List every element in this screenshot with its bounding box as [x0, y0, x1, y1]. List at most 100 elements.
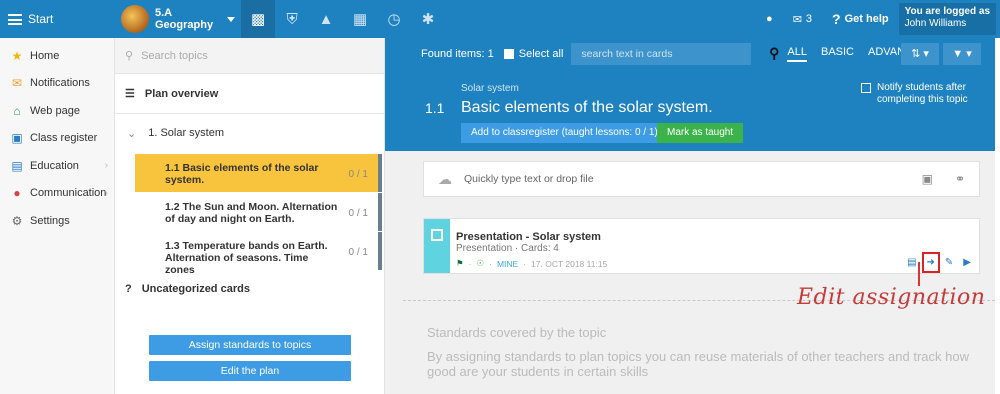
plan-overview-link[interactable]: ☰ Plan overview	[115, 74, 384, 114]
subtopic-bar	[378, 232, 382, 270]
nav-item-notifications[interactable]: ✉ Notifications	[0, 70, 114, 98]
sort-icon[interactable]: ⇅ ▾	[901, 43, 939, 65]
user-name: John Williams	[904, 18, 967, 29]
chevron-down-icon	[227, 16, 236, 22]
folder-icon[interactable]: ▤	[907, 257, 916, 268]
subtopic-bar	[378, 193, 382, 231]
card-title[interactable]: Presentation - Solar system	[456, 231, 601, 243]
found-items: Found items: 1	[421, 48, 494, 60]
dropzone-placeholder: Quickly type text or drop file	[464, 173, 594, 185]
activity-icon[interactable]: ✱	[411, 0, 445, 38]
subtopic-item[interactable]: 1.2 The Sun and Moon. Alternation of day…	[135, 193, 382, 231]
play-icon[interactable]: ▶	[963, 257, 971, 268]
search-cards-placeholder: search text in cards	[581, 48, 673, 60]
class-selector[interactable]: 5.A Geography	[115, 0, 241, 38]
tab-all[interactable]: ALL	[787, 46, 807, 62]
notify-students[interactable]: Notify students after completing this to…	[861, 82, 981, 106]
quick-add-dropzone[interactable]: ☁ Quickly type text or drop file ▣ ⚭	[423, 161, 980, 197]
checkbox-icon	[503, 49, 514, 59]
annotation-label: Edit assignation	[797, 285, 986, 310]
tag-icon[interactable]: ⚑	[456, 258, 464, 269]
pencil-icon[interactable]: ✎	[945, 257, 953, 268]
edit-plan-button[interactable]: Edit the plan	[149, 361, 351, 381]
edit-assignation-icon[interactable]: ➜	[921, 252, 941, 273]
card-checkbox[interactable]	[431, 229, 443, 241]
nav-item-communication[interactable]: ● Communication ›	[0, 180, 114, 208]
filter-row: Found items: 1 Select all search text in…	[385, 43, 995, 65]
subtopic-bar	[378, 154, 382, 192]
messages-count: 3	[805, 13, 813, 25]
search-icon[interactable]: ⚲	[769, 45, 779, 62]
class-label: 5.A Geography	[155, 7, 213, 31]
chevron-right-icon: ›	[104, 160, 108, 172]
nav-item-web-page[interactable]: ⌂ Web page	[0, 97, 114, 125]
globe-icon: ☉	[476, 258, 485, 268]
subtopic-count: 0 / 1	[348, 208, 368, 219]
image-icon[interactable]: ▣	[922, 172, 933, 186]
nav-item-education[interactable]: ▤ Education ›	[0, 152, 114, 180]
subtopic-item[interactable]: 1.1 Basic elements of the solar system. …	[135, 154, 382, 192]
nav-item-class-register[interactable]: ▣ Class register	[0, 125, 114, 153]
topic-solar-system[interactable]: ⌄ 1. Solar system	[115, 114, 384, 152]
card-date: 17. OCT 2018 11:15	[531, 258, 608, 269]
filter-icon[interactable]: ▼ ▾	[943, 43, 981, 65]
gear-icon: ⚙	[11, 213, 23, 228]
search-topics-input[interactable]: ⚲ Search topics	[115, 38, 384, 74]
home-icon: ⌂	[13, 103, 21, 118]
main-content: Found items: 1 Select all search text in…	[385, 38, 995, 394]
topic-header: Found items: 1 Select all search text in…	[385, 38, 995, 151]
checkbox-icon[interactable]	[861, 83, 871, 93]
card-subtitle: Presentation · Cards: 4	[456, 243, 559, 254]
uncategorized-cards[interactable]: ? Uncategorized cards	[125, 283, 250, 295]
cloud-upload-icon: ☁	[438, 170, 452, 187]
start-menu-button[interactable]: Start	[0, 0, 115, 38]
top-bar: Start 5.A Geography ▩ ⛨ ▲ ▦ ◷ ✱ ● ✉ 3 ? …	[0, 0, 1000, 38]
card-stripe	[424, 219, 450, 273]
subtopic-item[interactable]: 1.3 Temperature bands on Earth. Alternat…	[135, 232, 382, 276]
subtopic-count: 0 / 1	[348, 247, 368, 258]
card-item[interactable]: Presentation - Solar system Presentation…	[423, 218, 980, 274]
nav-label: Home	[30, 49, 60, 62]
uncategorized-label: Uncategorized cards	[141, 283, 250, 295]
chat-icon[interactable]: ●	[756, 13, 783, 25]
add-to-classregister-button[interactable]: Add to classregister (taught lessons: 0 …	[461, 123, 668, 143]
card-meta: ⚑ · ☉ · MINE · 17. OCT 2018 11:15	[456, 258, 608, 269]
institution-icon[interactable]: ▲	[309, 0, 343, 38]
nav-item-settings[interactable]: ⚙ Settings	[0, 207, 114, 235]
attachment-icon[interactable]: ⚭	[955, 172, 965, 186]
stats-icon[interactable]: ▦	[343, 0, 377, 38]
logged-label: You are logged as	[904, 6, 990, 17]
topic-number: 1.1	[425, 100, 445, 116]
class-avatar	[121, 5, 149, 33]
subtopic-label: 1.1 Basic elements of the solar system.	[165, 162, 319, 186]
nav-label: Communication	[30, 187, 107, 200]
start-label: Start	[28, 12, 54, 26]
select-all-checkbox[interactable]: Select all	[503, 48, 564, 60]
nav-label: Education	[30, 159, 79, 172]
assign-standards-button[interactable]: Assign standards to topics	[149, 335, 351, 355]
plan-icon[interactable]: ▩	[241, 0, 276, 38]
help-icon: ?	[832, 11, 841, 27]
nav-item-home[interactable]: ★ Home	[0, 42, 114, 70]
star-icon: ★	[11, 48, 23, 63]
select-all-label: Select all	[518, 48, 564, 60]
clock-icon[interactable]: ◷	[377, 0, 411, 38]
user-info[interactable]: You are logged as John Williams	[898, 3, 996, 35]
chevron-right-icon: ›	[104, 187, 108, 199]
question-icon: ?	[125, 283, 132, 295]
card-actions: ▤ ➜ ✎ ▶	[907, 252, 971, 273]
class-name: 5.A	[155, 7, 173, 19]
plan-overview-label: Plan overview	[144, 87, 219, 100]
left-navigation: ★ Home ✉ Notifications ⌂ Web page ▣ Clas…	[0, 38, 115, 394]
hamburger-icon	[8, 13, 22, 25]
search-cards-input[interactable]: search text in cards ⚲	[571, 43, 779, 65]
tab-basic[interactable]: BASIC	[821, 46, 854, 62]
messages-button[interactable]: ✉ 3	[783, 13, 822, 26]
mark-as-taught-button[interactable]: Mark as taught	[657, 123, 744, 143]
help-button[interactable]: ? Get help	[822, 11, 899, 27]
annotation-pointer	[918, 262, 920, 286]
card-owner: MINE	[496, 258, 519, 269]
class-subject: Geography	[155, 19, 214, 31]
subtopic-label: 1.2 The Sun and Moon. Alternation of day…	[165, 201, 338, 225]
shield-icon[interactable]: ⛨	[275, 0, 309, 38]
